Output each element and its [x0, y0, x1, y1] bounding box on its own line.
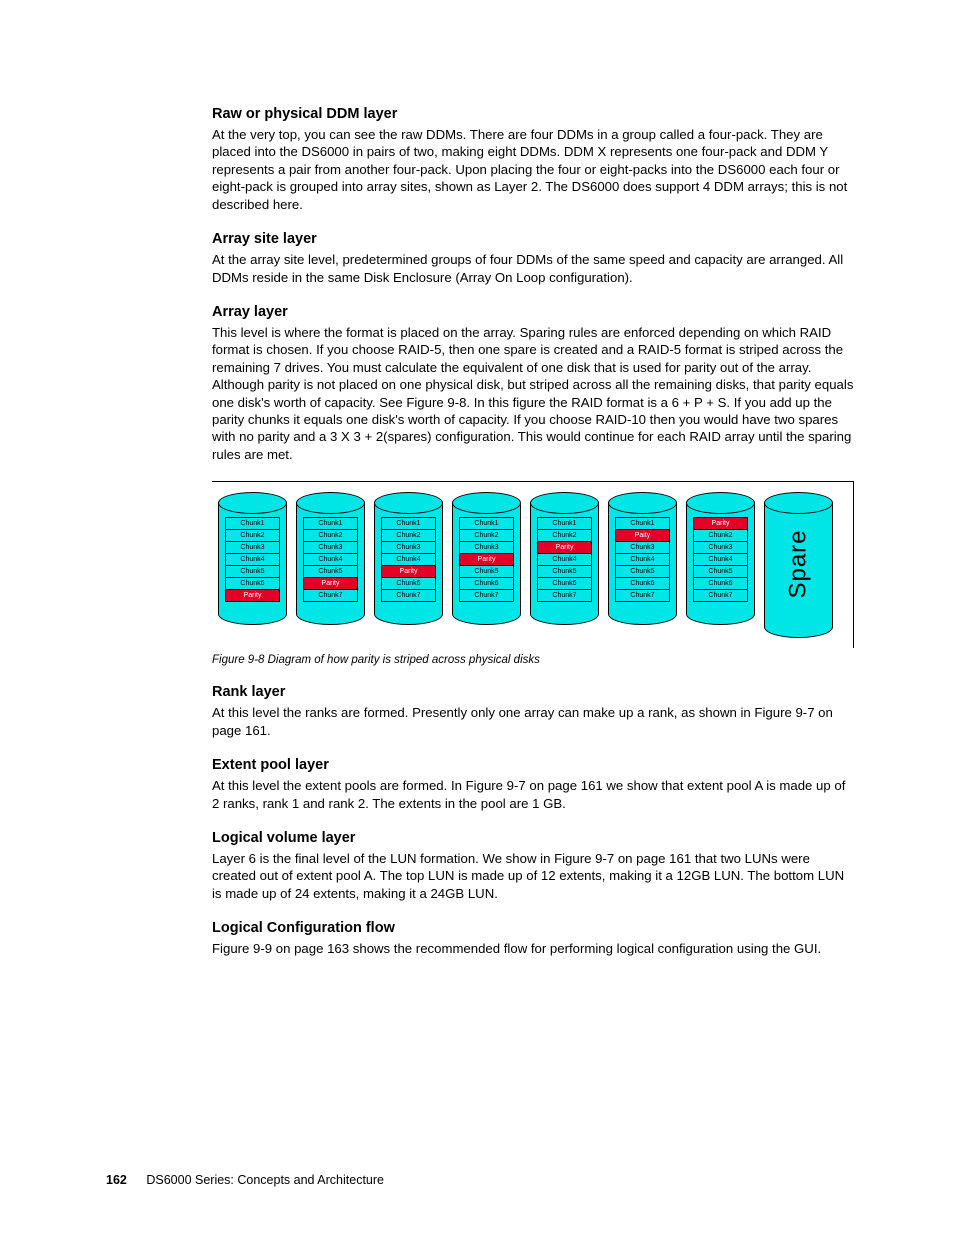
heading-raw-ddm: Raw or physical DDM layer: [212, 106, 854, 122]
disk-5: Chunk1Chunk2ParityChunk4Chunk5Chunk6Chun…: [530, 492, 599, 625]
chunk-cell: Chunk7: [693, 589, 748, 602]
heading-array: Array layer: [212, 304, 854, 320]
disk-4: Chunk1Chunk2Chunk3ParityChunk5Chunk6Chun…: [452, 492, 521, 625]
para-extent-pool: At this level the extent pools are forme…: [212, 777, 854, 812]
chunk-cell: Chunk7: [381, 589, 436, 602]
para-array-site: At the array site level, predetermined g…: [212, 251, 854, 286]
para-logical-config-flow: Figure 9-9 on page 163 shows the recomme…: [212, 940, 854, 957]
chunk-cell: Chunk7: [615, 589, 670, 602]
disk-2: Chunk1Chunk2Chunk3Chunk4Chunk5ParityChun…: [296, 492, 365, 625]
para-rank: At this level the ranks are formed. Pres…: [212, 704, 854, 739]
spare-label: Spare: [785, 530, 813, 599]
heading-extent-pool: Extent pool layer: [212, 757, 854, 773]
disk-3: Chunk1Chunk2Chunk3Chunk4ParityChunk6Chun…: [374, 492, 443, 625]
page-number: 162: [106, 1173, 127, 1187]
chunk-cell: Chunk7: [303, 589, 358, 602]
parity-cell: Parity: [225, 589, 280, 602]
heading-logical-volume: Logical volume layer: [212, 830, 854, 846]
spare-disk: Spare: [764, 492, 833, 638]
disk-7: ParityChunk2Chunk3Chunk4Chunk5Chunk6Chun…: [686, 492, 755, 625]
book-title: DS6000 Series: Concepts and Architecture: [146, 1173, 384, 1187]
page: Raw or physical DDM layer At the very to…: [0, 0, 954, 1235]
figure-9-8: Chunk1Chunk2Chunk3Chunk4Chunk5Chunk6Pari…: [212, 481, 854, 648]
disk-6: Chunk1PaityChunk3Chunk4Chunk5Chunk6Chunk…: [608, 492, 677, 625]
disk-1: Chunk1Chunk2Chunk3Chunk4Chunk5Chunk6Pari…: [218, 492, 287, 625]
chunk-cell: Chunk7: [459, 589, 514, 602]
para-logical-volume: Layer 6 is the final level of the LUN fo…: [212, 850, 854, 902]
heading-logical-config-flow: Logical Configuration flow: [212, 920, 854, 936]
figure-caption: Figure 9-8 Diagram of how parity is stri…: [212, 654, 854, 666]
heading-array-site: Array site layer: [212, 231, 854, 247]
page-footer: 162 DS6000 Series: Concepts and Architec…: [106, 1173, 384, 1187]
para-array: This level is where the format is placed…: [212, 324, 854, 463]
para-raw-ddm: At the very top, you can see the raw DDM…: [212, 126, 854, 213]
heading-rank: Rank layer: [212, 684, 854, 700]
chunk-cell: Chunk7: [537, 589, 592, 602]
